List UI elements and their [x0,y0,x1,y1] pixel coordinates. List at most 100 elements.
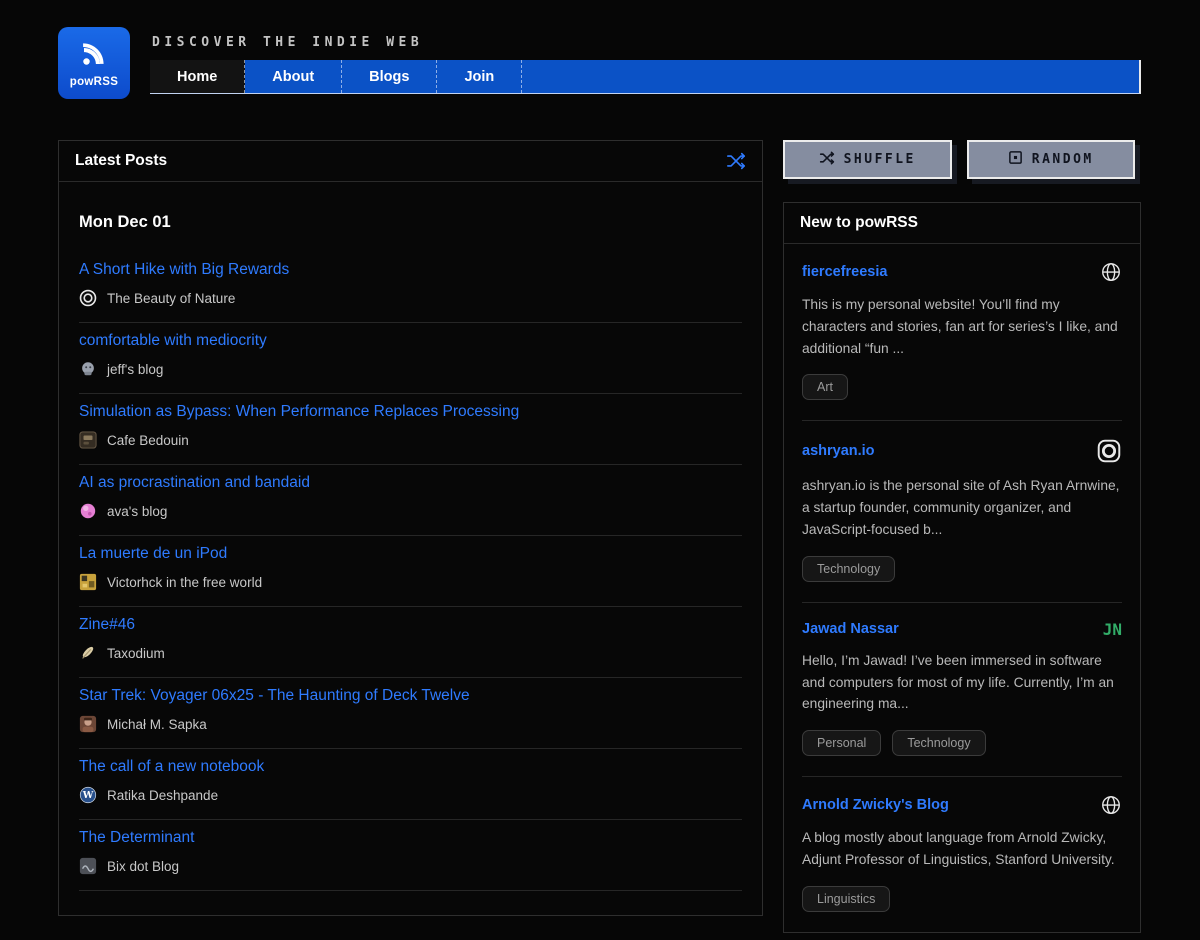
post-source: W Ratika Deshpande [79,786,742,804]
globe-icon[interactable] [1100,261,1122,283]
tag[interactable]: Personal [802,730,881,756]
entry-name-link[interactable]: Jawad Nassar [802,621,899,637]
post-source: Bix dot Blog [79,857,742,875]
entry-description: This is my personal website! You’ll find… [802,294,1122,359]
post-source: ava's blog [79,502,742,520]
post-title-link[interactable]: comfortable with mediocrity [79,332,267,350]
post-item: Zine#46 Taxodium [79,607,742,678]
nav-item-about[interactable]: About [245,60,342,93]
tag-list: Art [802,374,1122,400]
post-title-link[interactable]: The call of a new notebook [79,758,264,776]
post-source-name: The Beauty of Nature [107,291,235,306]
nav-item-home[interactable]: Home [150,60,245,93]
entry-description: A blog mostly about language from Arnold… [802,827,1122,871]
brand-name: powRSS [70,76,118,88]
jn-logo-icon[interactable]: JN [1103,620,1122,639]
shuffle-button-icon [819,151,835,169]
post-item: The call of a new notebook W Ratika Desh… [79,749,742,820]
entry-name-link[interactable]: ashryan.io [802,443,875,459]
wordpress-favicon-icon: W [79,786,97,804]
nav-item-blogs[interactable]: Blogs [342,60,437,93]
latest-posts-title: Latest Posts [75,152,167,170]
post-source: Cafe Bedouin [79,431,742,449]
post-source-name: ava's blog [107,504,167,519]
pixel-art-favicon-icon [79,573,97,591]
tagline: DISCOVER THE INDIE WEB [152,35,1141,50]
tag[interactable]: Technology [802,556,895,582]
post-source: jeff's blog [79,360,742,378]
main-nav: Home About Blogs Join [150,60,1141,94]
logo[interactable]: powRSS [58,27,130,99]
header-right: DISCOVER THE INDIE WEB Home About Blogs … [150,27,1141,94]
post-title-link[interactable]: A Short Hike with Big Rewards [79,261,289,279]
post-source-name: Taxodium [107,646,165,661]
post-source-name: jeff's blog [107,362,163,377]
post-item: A Short Hike with Big Rewards The Beauty… [79,252,742,323]
post-title-link[interactable]: Zine#46 [79,616,135,634]
nav-spacer [522,60,1139,93]
entry-name-link[interactable]: fiercefreesia [802,264,887,280]
content: Latest Posts Mon Dec 01 A Short Hike wit… [58,140,1141,933]
post-title-link[interactable]: AI as procrastination and bandaid [79,474,310,492]
post-source-name: Ratika Deshpande [107,788,218,803]
post-item: Simulation as Bypass: When Performance R… [79,394,742,465]
post-source-name: Bix dot Blog [107,859,179,874]
latest-posts-panel: Latest Posts Mon Dec 01 A Short Hike wit… [58,140,763,916]
header: powRSS DISCOVER THE INDIE WEB Home About… [58,27,1141,99]
entry-name-link[interactable]: Arnold Zwicky's Blog [802,797,949,813]
svg-text:W: W [82,790,94,801]
post-item: comfortable with mediocrity jeff's blog [79,323,742,394]
latest-posts-header: Latest Posts [59,141,762,182]
post-source-name: Cafe Bedouin [107,433,189,448]
sidebar-buttons: SHUFFLE RANDOM [783,140,1141,179]
tag-list: Linguistics [802,886,1122,912]
post-title-link[interactable]: Star Trek: Voyager 06x25 - The Haunting … [79,687,470,705]
post-item: The Determinant Bix dot Blog [79,820,742,891]
tag[interactable]: Art [802,374,848,400]
new-panel-title: New to powRSS [800,214,918,232]
random-button-icon [1008,150,1023,169]
entry-description: ashryan.io is the personal site of Ash R… [802,475,1122,540]
nav-item-join[interactable]: Join [437,60,522,93]
globe-icon[interactable] [1100,794,1122,816]
post-source: Taxodium [79,644,742,662]
target-favicon-icon [79,289,97,307]
feather-favicon-icon [79,644,97,662]
sidebar: SHUFFLE RANDOM New to powRSS [783,140,1141,933]
blog-entry: Arnold Zwicky's Blog A blog mostly about… [802,777,1122,932]
random-button[interactable]: RANDOM [967,140,1136,179]
posts-body: Mon Dec 01 A Short Hike with Big Rewards… [59,213,762,915]
gray-square-favicon-icon [79,857,97,875]
new-to-powrss-panel: New to powRSS fiercefreesia This is [783,202,1141,933]
tag[interactable]: Linguistics [802,886,890,912]
page: powRSS DISCOVER THE INDIE WEB Home About… [0,0,1200,933]
post-item: AI as procrastination and bandaid ava's … [79,465,742,536]
random-button-label: RANDOM [1032,152,1094,167]
post-source-name: Victorhck in the free world [107,575,262,590]
gray-blob-favicon-icon [79,360,97,378]
date-heading: Mon Dec 01 [79,213,742,232]
tag-list: Personal Technology [802,730,1122,756]
record-ring-icon[interactable] [1096,438,1122,464]
post-title-link[interactable]: La muerte de un iPod [79,545,227,563]
tag[interactable]: Technology [892,730,985,756]
dark-square-favicon-icon [79,431,97,449]
blog-entry: Jawad Nassar JN Hello, I’m Jawad! I’ve b… [802,603,1122,777]
post-item: Star Trek: Voyager 06x25 - The Haunting … [79,678,742,749]
blog-entry: fiercefreesia This is my personal websit… [802,244,1122,421]
post-item: La muerte de un iPod Victorhck in the fr… [79,536,742,607]
post-source-name: Michał M. Sapka [107,717,207,732]
shuffle-button-label: SHUFFLE [844,152,916,167]
portrait-favicon-icon [79,715,97,733]
shuffle-button[interactable]: SHUFFLE [783,140,952,179]
shuffle-icon[interactable] [726,152,746,170]
post-source: Michał M. Sapka [79,715,742,733]
post-source: The Beauty of Nature [79,289,742,307]
blog-entry: ashryan.io ashryan.io is the personal si… [802,421,1122,602]
post-title-link[interactable]: The Determinant [79,829,194,847]
post-title-link[interactable]: Simulation as Bypass: When Performance R… [79,403,519,421]
new-panel-header: New to powRSS [784,203,1140,244]
pink-favicon-icon [79,502,97,520]
rss-icon [79,39,109,74]
entries: fiercefreesia This is my personal websit… [784,244,1140,932]
